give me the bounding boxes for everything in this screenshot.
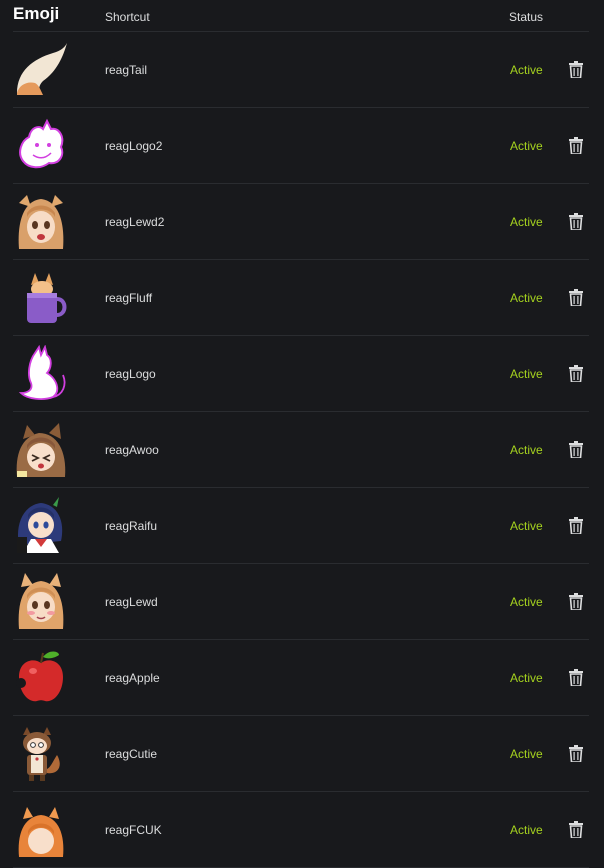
status-badge: Active [510,823,543,837]
emoji-shortcut: reagLogo2 [105,139,163,153]
table-header: Emoji Shortcut Status [13,0,589,32]
fox-in-mug-icon [13,269,69,325]
emoji-shortcut: reagTail [105,63,148,77]
orange-fox-girl-icon [13,801,69,857]
emoji-shortcut: reagCutie [105,747,158,761]
trash-icon[interactable] [569,669,583,686]
emoji-shortcut: reagFluff [105,291,153,305]
chibi-fox-girl-icon [13,725,69,781]
status-badge: Active [510,215,543,229]
emoji-shortcut: reagApple [105,671,160,685]
table-row: reagFluff Active [13,260,589,336]
emoji-shortcut: reagLewd2 [105,215,165,229]
status-badge: Active [510,63,543,77]
trash-icon[interactable] [569,821,583,838]
status-badge: Active [510,747,543,761]
table-row: reagRaifu Active [13,488,589,564]
trash-icon[interactable] [569,289,583,306]
trash-icon[interactable] [569,365,583,382]
column-header-shortcut: Shortcut [105,10,150,24]
trash-icon[interactable] [569,137,583,154]
status-badge: Active [510,291,543,305]
table-row: reagCutie Active [13,716,589,792]
status-badge: Active [510,139,543,153]
trash-icon[interactable] [569,441,583,458]
trash-icon[interactable] [569,593,583,610]
trash-icon[interactable] [569,517,583,534]
anime-schoolgirl-icon [13,497,69,553]
blushing-fox-girl-icon [13,573,69,629]
table-row: reagLewd Active [13,564,589,640]
white-creature-logo-icon [13,117,69,173]
trash-icon[interactable] [569,213,583,230]
table-row: reagFCUK Active [13,792,589,868]
status-badge: Active [510,671,543,685]
table-row: reagAwoo Active [13,412,589,488]
table-row: reagApple Active [13,640,589,716]
status-badge: Active [510,443,543,457]
status-badge: Active [510,519,543,533]
emoji-shortcut: reagLogo [105,367,156,381]
emoji-shortcut: reagRaifu [105,519,158,533]
status-badge: Active [510,595,543,609]
emoji-shortcut: reagAwoo [105,443,159,457]
emoji-shortcut: reagFCUK [105,823,162,837]
status-badge: Active [510,367,543,381]
emoji-shortcut: reagLewd [105,595,158,609]
emoji-table: Emoji Shortcut Status reagTail Active re… [13,0,589,868]
sitting-fox-logo-icon [13,345,69,401]
trash-icon[interactable] [569,61,583,78]
anime-wolf-girl-icon [13,421,69,477]
table-row: reagLogo2 Active [13,108,589,184]
table-row: reagTail Active [13,32,589,108]
column-header-emoji: Emoji [13,4,60,23]
table-row: reagLewd2 Active [13,184,589,260]
trash-icon[interactable] [569,745,583,762]
fox-tail-icon [13,41,69,97]
anime-fox-girl-icon [13,193,69,249]
column-header-status: Status [509,10,544,24]
table-row: reagLogo Active [13,336,589,412]
red-apple-icon [13,649,69,705]
